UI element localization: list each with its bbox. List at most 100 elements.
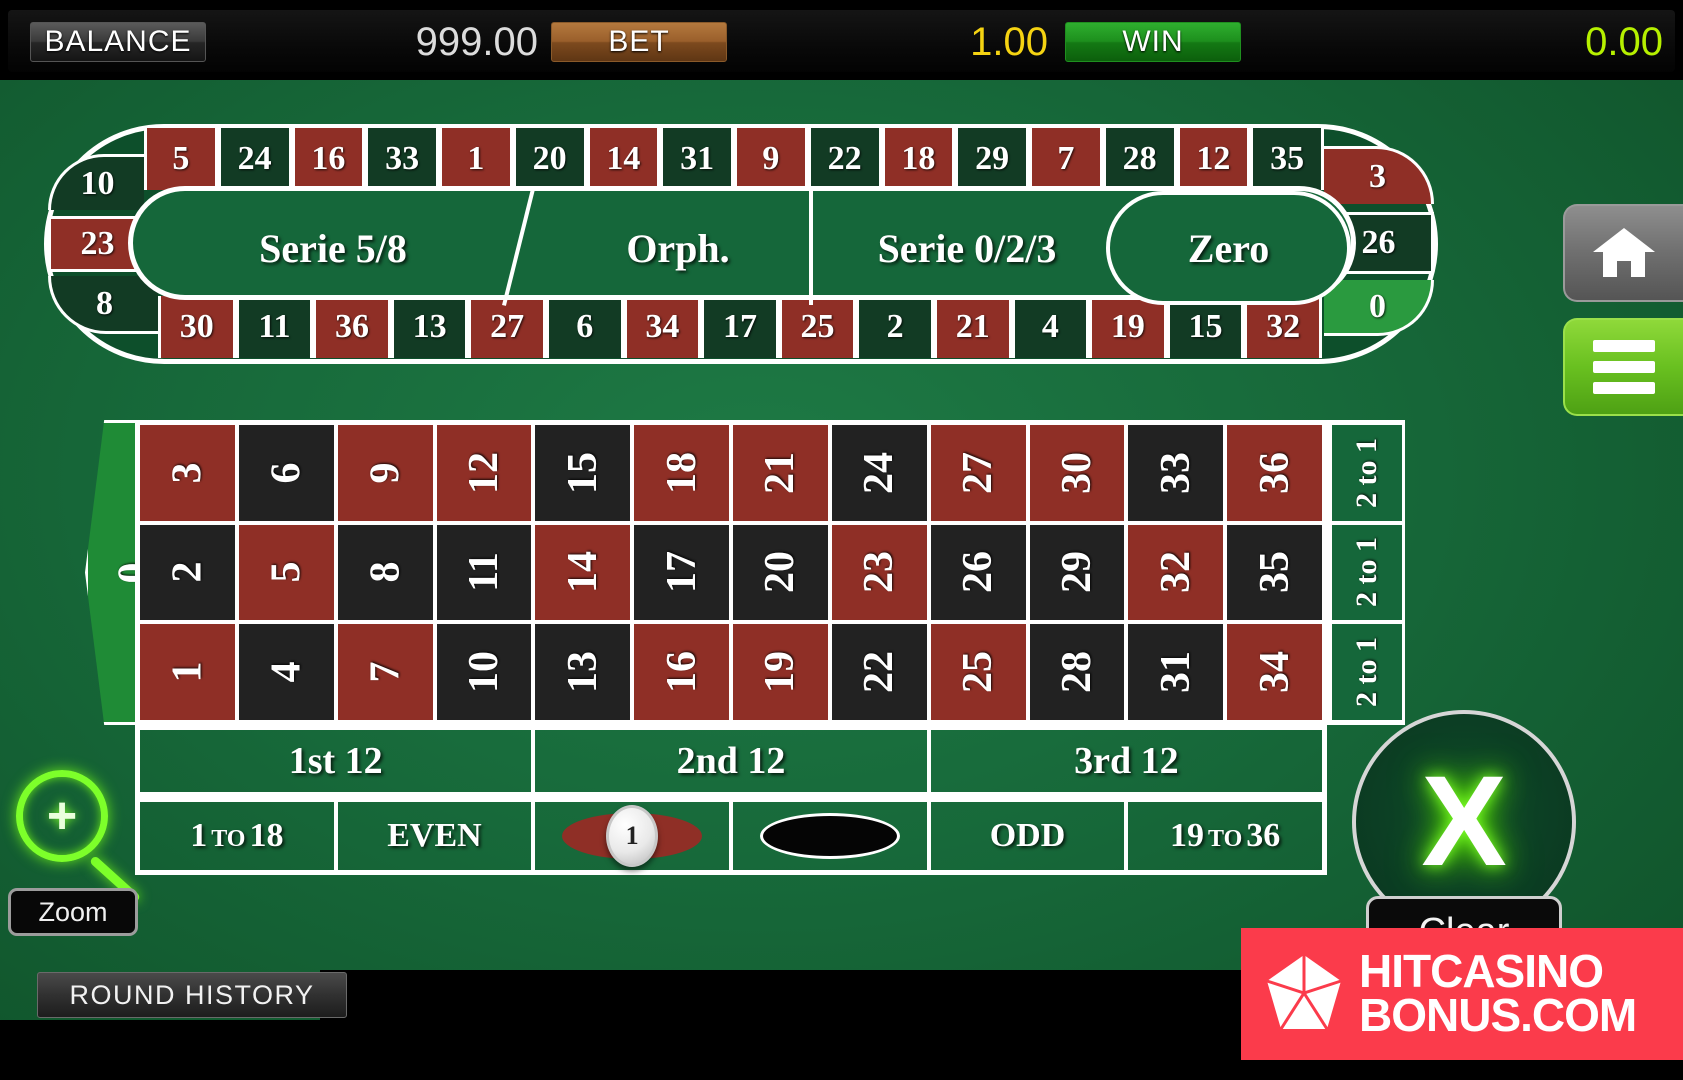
bet-cell-number[interactable]: 9 — [335, 423, 435, 523]
bet-label: BET — [551, 22, 727, 62]
racetrack-number-cell[interactable]: 29 — [955, 128, 1029, 190]
bet-cell-number[interactable]: 16 — [632, 622, 731, 722]
racetrack-arc-cell[interactable]: 3 — [1324, 146, 1434, 204]
racetrack-sector-serie023[interactable]: Serie 0/2/3 — [817, 191, 1117, 305]
racetrack-number-cell[interactable]: 35 — [1250, 128, 1324, 190]
bet-cell-number[interactable]: 15 — [533, 423, 633, 523]
racetrack-number-cell[interactable]: 25 — [778, 296, 857, 358]
racetrack-bet-area[interactable]: 10 23 8 3 26 0 5 24 16 33 1 20 14 31 9 22 18 29 7 28 1… — [44, 124, 1438, 364]
bet-cell-number[interactable]: 22 — [829, 622, 929, 722]
racetrack-number-cell[interactable]: 12 — [1176, 128, 1251, 190]
racetrack-number-cell[interactable]: 18 — [881, 128, 956, 190]
bet-cell-number[interactable]: 4 — [236, 622, 336, 722]
home-button[interactable] — [1563, 204, 1683, 302]
bet-cell-number[interactable]: 2 — [138, 522, 237, 623]
bet-cell-column-2to1[interactable]: 2 to 1 — [1330, 423, 1404, 523]
bet-cell-number[interactable]: 3 — [138, 423, 237, 523]
racetrack-number-cell[interactable]: 13 — [390, 296, 469, 358]
bet-cell-number[interactable]: 34 — [1225, 622, 1324, 722]
racetrack-number-cell[interactable]: 14 — [586, 128, 661, 190]
bet-cell-number[interactable]: 7 — [335, 622, 435, 722]
bet-cell-number[interactable]: 32 — [1126, 522, 1226, 623]
bet-cell-number[interactable]: 31 — [1126, 622, 1226, 722]
racetrack-number-cell[interactable]: 31 — [660, 128, 734, 190]
racetrack-number-cell[interactable]: 24 — [217, 128, 292, 190]
racetrack-number-cell[interactable]: 17 — [701, 296, 779, 358]
racetrack-number-cell[interactable]: 6 — [545, 296, 624, 358]
racetrack-number-cell[interactable]: 34 — [623, 296, 702, 358]
bet-cell-number[interactable]: 6 — [236, 423, 336, 523]
racetrack-number-cell[interactable]: 1 — [439, 128, 513, 190]
racetrack-number-cell[interactable]: 33 — [365, 128, 439, 190]
racetrack-number-cell[interactable]: 22 — [807, 128, 882, 190]
racetrack-number-cell[interactable]: 20 — [512, 128, 587, 190]
menu-button[interactable] — [1563, 318, 1683, 416]
zoom-control[interactable]: + Zoom — [8, 770, 168, 960]
racetrack-number-cell[interactable]: 16 — [291, 128, 366, 190]
racetrack-number-cell[interactable]: 5 — [144, 128, 218, 190]
racetrack-number-cell[interactable]: 9 — [734, 128, 808, 190]
main-bet-grid[interactable]: 0 3 6 9 12 15 18 21 24 27 30 33 36 2 5 8 11 14 17 20 23 26 29… — [85, 420, 1405, 880]
racetrack-number-cell[interactable]: 2 — [856, 296, 934, 358]
bet-cell-number[interactable]: 26 — [928, 522, 1028, 623]
bet-cell-number[interactable]: 11 — [434, 522, 534, 623]
racetrack-sector-orphelins[interactable]: Orph. — [553, 191, 803, 305]
bet-cell-even[interactable]: EVEN — [335, 800, 534, 872]
racetrack-number: 15 — [1188, 308, 1223, 345]
bet-cell-number[interactable]: 27 — [928, 423, 1028, 523]
racetrack-number-cell[interactable]: 15 — [1166, 296, 1245, 358]
bet-cell-number[interactable]: 25 — [928, 622, 1028, 722]
racetrack-number-cell[interactable]: 28 — [1102, 128, 1177, 190]
bet-cell-19-to-36[interactable]: 19 TO 36 — [1126, 800, 1324, 872]
bet-cell-number[interactable]: 19 — [731, 622, 830, 722]
bet-cell-number[interactable]: 14 — [533, 522, 633, 623]
bet-cell-number[interactable]: 21 — [731, 423, 830, 523]
bet-cell-column-2to1[interactable]: 2 to 1 — [1330, 622, 1404, 722]
magnifier-plus-icon[interactable]: + — [16, 770, 108, 862]
racetrack-number-cell[interactable]: 11 — [235, 296, 314, 358]
bet-cell-number[interactable]: 28 — [1027, 622, 1127, 722]
racetrack-number-cell[interactable]: 4 — [1011, 296, 1090, 358]
placed-chip[interactable]: 1 — [606, 805, 659, 867]
bet-cell-number[interactable]: 24 — [829, 423, 929, 523]
bet-cell-number[interactable]: 1 — [138, 622, 237, 722]
bet-cell-number[interactable]: 33 — [1126, 423, 1226, 523]
bet-cell-red[interactable]: 1 — [533, 800, 731, 872]
racetrack-arc-cell[interactable]: 10 — [48, 154, 144, 210]
racetrack-arc-cell[interactable]: 0 — [1324, 280, 1434, 336]
clear-x-icon: X — [1421, 750, 1507, 893]
bet-cell-number[interactable]: 35 — [1225, 522, 1324, 623]
bet-cell-dozen[interactable]: 1st 12 — [138, 728, 534, 794]
racetrack-number-cell[interactable]: 27 — [468, 296, 546, 358]
bet-cell-number[interactable]: 23 — [829, 522, 929, 623]
bet-cell-dozen[interactable]: 2nd 12 — [533, 728, 929, 794]
bet-cell-label: 26 — [955, 551, 1002, 594]
round-history-button[interactable]: ROUND HISTORY — [37, 972, 347, 1018]
balance-value: 999.00 — [415, 19, 538, 64]
bet-cell-number[interactable]: 17 — [632, 522, 731, 623]
racetrack-number: 4 — [1041, 308, 1059, 345]
bet-cell-number[interactable]: 29 — [1027, 522, 1127, 623]
bet-cell-number[interactable]: 18 — [632, 423, 731, 523]
bet-cell-number[interactable]: 20 — [731, 522, 830, 623]
bet-cell-number[interactable]: 5 — [236, 522, 336, 623]
bet-cell-number[interactable]: 10 — [434, 622, 534, 722]
bet-cell-number[interactable]: 36 — [1225, 423, 1324, 523]
bet-cell-number[interactable]: 8 — [335, 522, 435, 623]
bet-cell-odd[interactable]: ODD — [928, 800, 1127, 872]
bet-cell-number[interactable]: 13 — [533, 622, 633, 722]
racetrack-number-cell[interactable]: 19 — [1089, 296, 1167, 358]
racetrack-number-cell[interactable]: 32 — [1244, 296, 1322, 358]
bet-cell-dozen[interactable]: 3rd 12 — [928, 728, 1324, 794]
racetrack-number-cell[interactable]: 36 — [313, 296, 391, 358]
bet-cell-number[interactable]: 30 — [1027, 423, 1127, 523]
racetrack-sector-serie58[interactable]: Serie 5/8 — [133, 191, 533, 305]
racetrack-sector-zero[interactable]: Zero — [1106, 191, 1351, 305]
bet-cell-label: 15 — [559, 451, 606, 494]
bet-cell-column-2to1[interactable]: 2 to 1 — [1330, 522, 1404, 623]
racetrack-number-cell[interactable]: 30 — [158, 296, 236, 358]
bet-cell-black[interactable] — [731, 800, 929, 872]
racetrack-number-cell[interactable]: 21 — [933, 296, 1012, 358]
racetrack-number-cell[interactable]: 7 — [1029, 128, 1103, 190]
bet-cell-number[interactable]: 12 — [434, 423, 534, 523]
